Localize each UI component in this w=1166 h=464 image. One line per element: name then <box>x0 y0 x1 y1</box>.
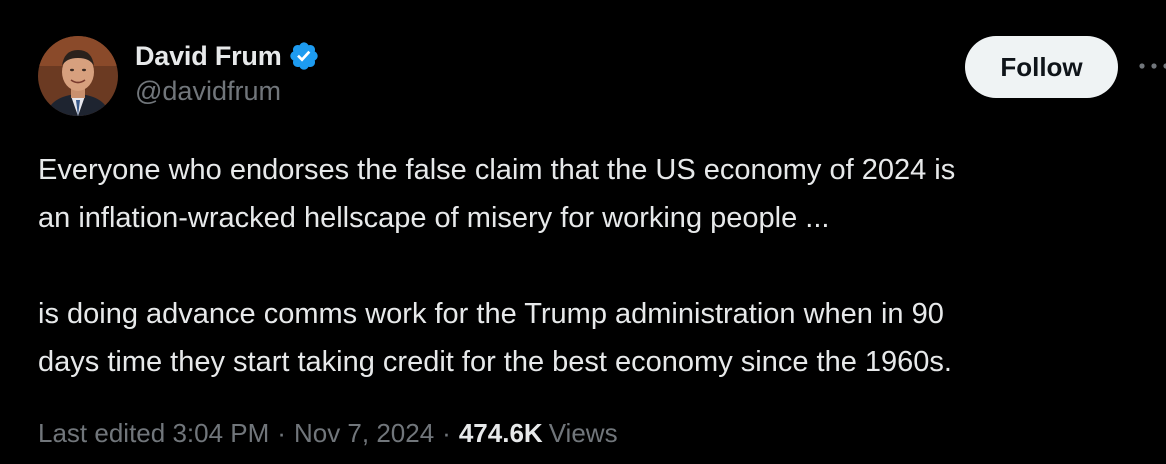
tweet-paragraph-2: is doing advance comms work for the Trum… <box>38 290 1153 386</box>
verified-badge-icon[interactable] <box>288 40 320 72</box>
tweet-paragraph-1: Everyone who endorses the false claim th… <box>38 146 1153 242</box>
author-name-row: David Frum <box>135 38 320 74</box>
edited-label[interactable]: Last edited <box>38 418 165 449</box>
author-display-name[interactable]: David Frum <box>135 41 282 72</box>
tweet-time[interactable]: 3:04 PM <box>172 418 269 449</box>
more-options-icon[interactable] <box>1134 46 1166 86</box>
tweet-meta: Last edited 3:04 PM · Nov 7, 2024 · 474.… <box>38 418 618 449</box>
tweet-text: Everyone who endorses the false claim th… <box>38 146 1153 386</box>
avatar-image <box>38 36 118 116</box>
meta-separator: · <box>442 418 451 448</box>
views-count[interactable]: 474.6K <box>459 418 543 449</box>
tweet-author: David Frum @davidfrum <box>135 38 320 107</box>
tweet-line: is doing advance comms work for the Trum… <box>38 298 944 330</box>
meta-separator: · <box>277 418 286 448</box>
avatar[interactable] <box>38 36 118 116</box>
tweet-date[interactable]: Nov 7, 2024 <box>294 418 434 449</box>
follow-button[interactable]: Follow <box>965 36 1118 98</box>
author-handle[interactable]: @davidfrum <box>135 76 320 107</box>
tweet-line: days time they start taking credit for t… <box>38 346 952 378</box>
views-label: Views <box>548 418 618 448</box>
tweet-line: Everyone who endorses the false claim th… <box>38 154 956 186</box>
tweet-line: an inflation-wracked hellscape of misery… <box>38 202 830 234</box>
